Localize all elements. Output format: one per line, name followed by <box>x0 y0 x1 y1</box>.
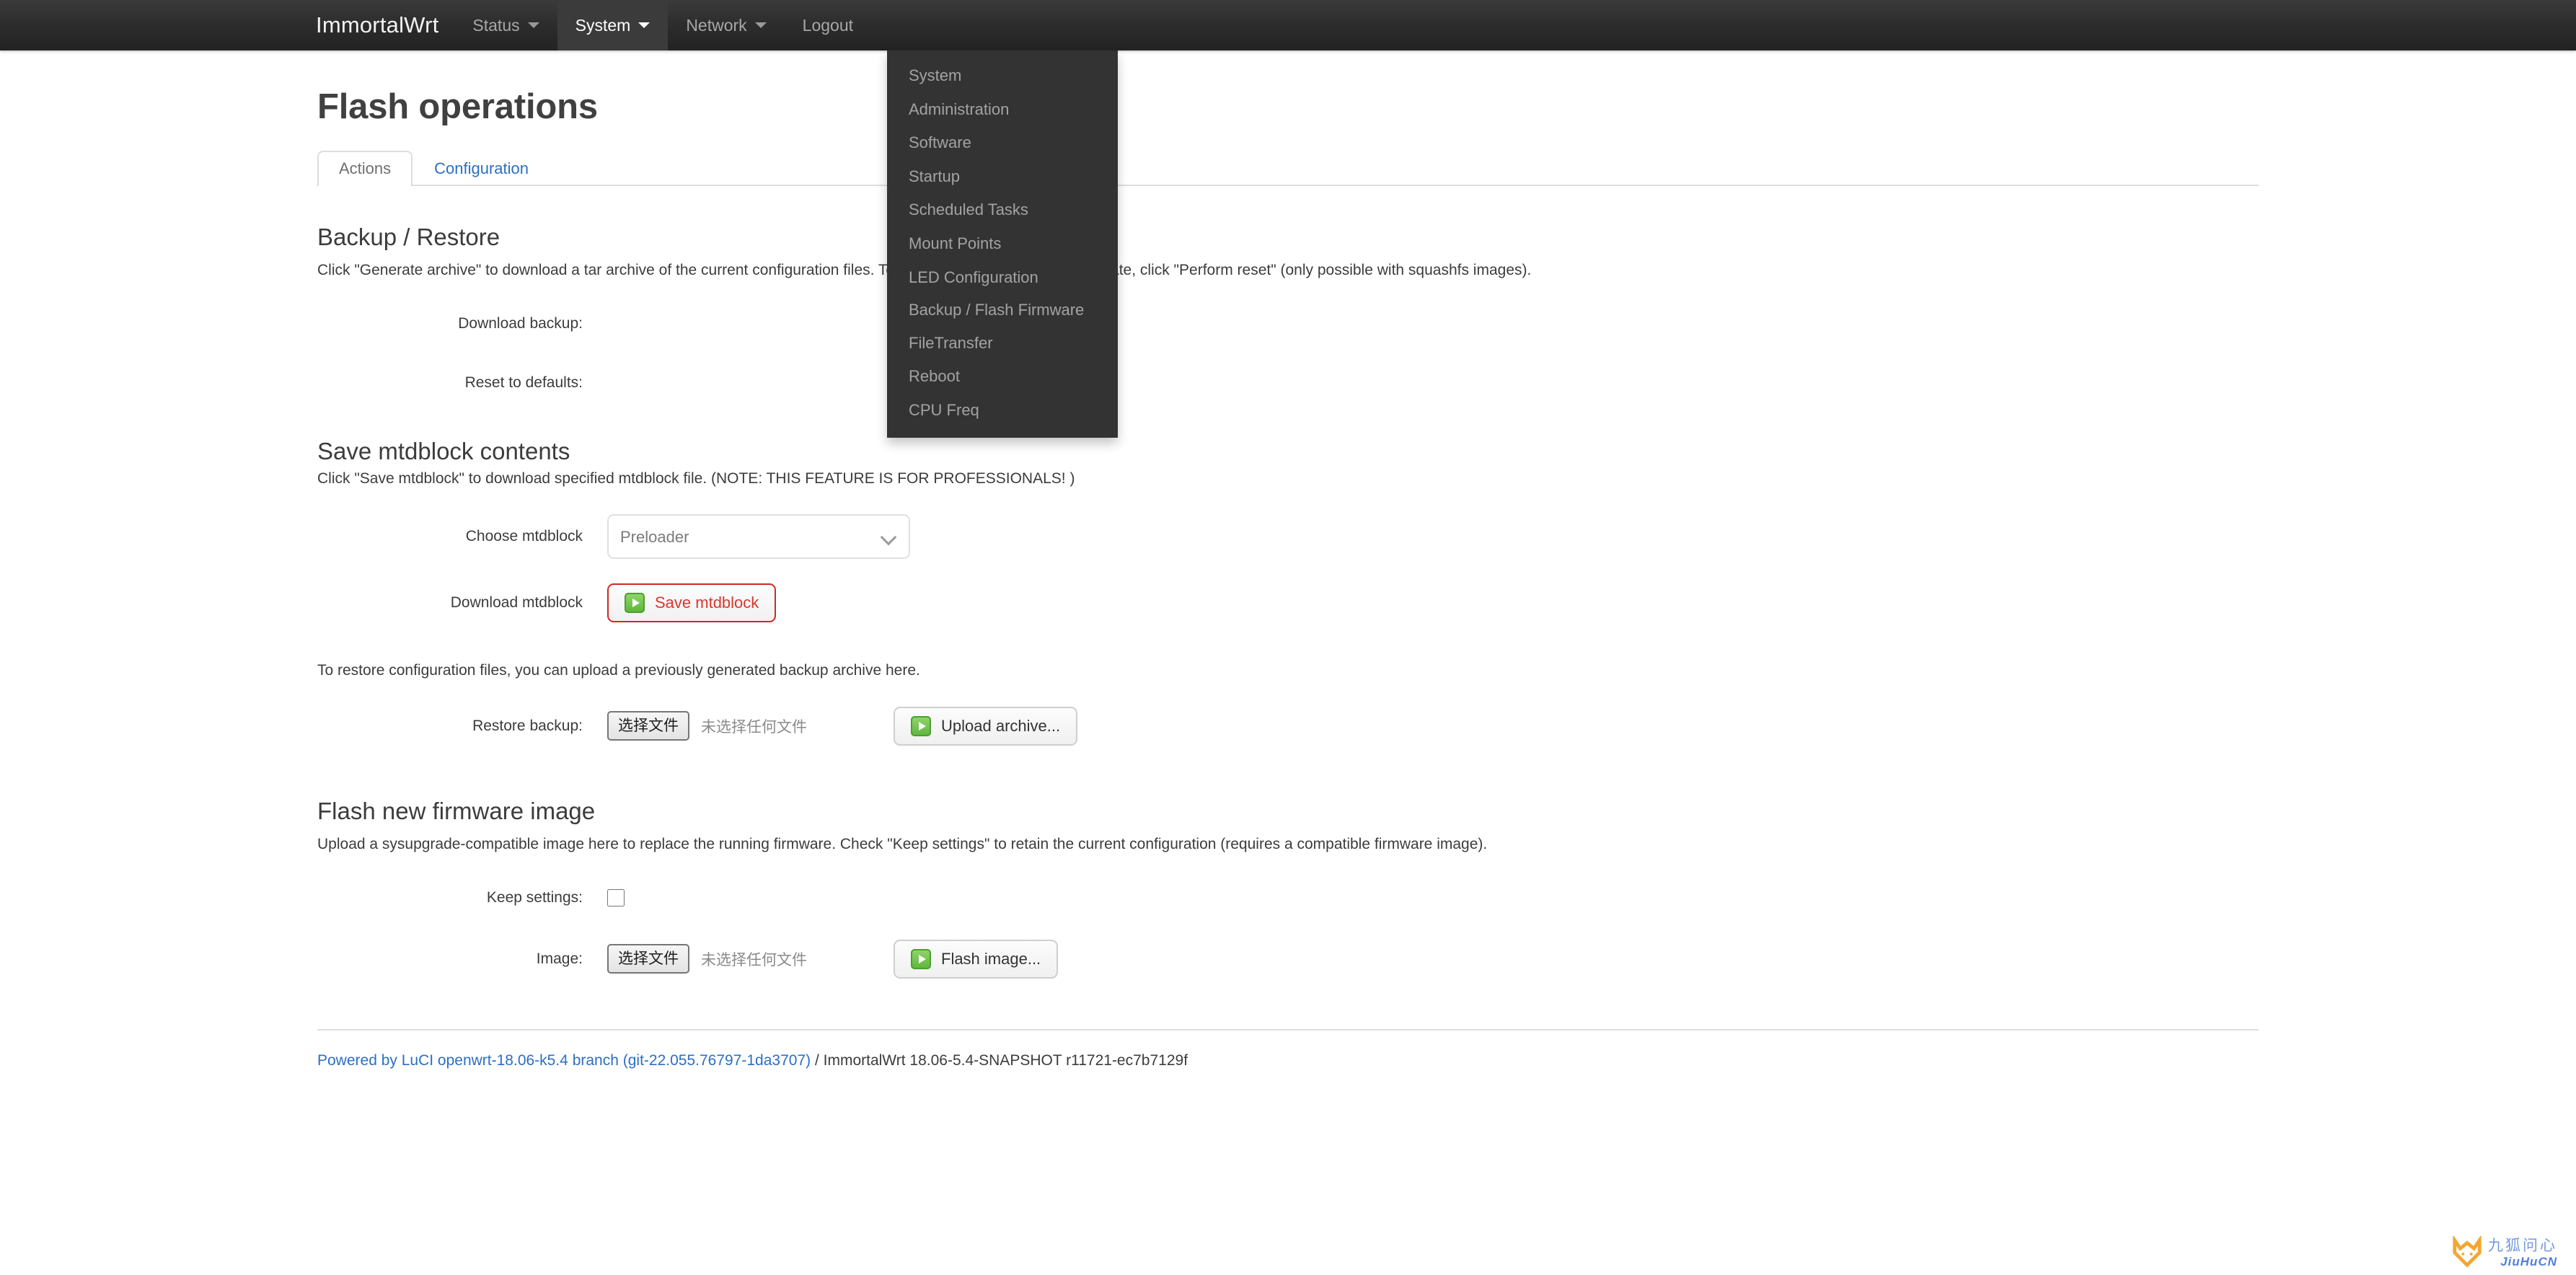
row-restore-backup: Restore backup: 选择文件 未选择任何文件 Upload arch… <box>317 707 2259 746</box>
save-mtdblock-button-label: Save mtdblock <box>655 595 759 611</box>
restore-file-name: 未选择任何文件 <box>701 715 807 737</box>
tab-actions[interactable]: Actions <box>317 151 413 186</box>
image-label: Image: <box>317 950 607 968</box>
top-navbar: ImmortalWrt Status System Network Logout <box>0 0 2576 50</box>
download-mtdblock-label: Download mtdblock <box>317 594 607 612</box>
tab-configuration[interactable]: Configuration <box>413 151 550 186</box>
menu-item-software[interactable]: Software <box>887 126 1118 160</box>
flash-description: Upload a sysupgrade-compatible image her… <box>317 834 1677 856</box>
mtdblock-description: Click "Save mtdblock" to download specif… <box>317 468 1677 490</box>
nav-item-system[interactable]: System <box>557 0 669 50</box>
menu-item-backup-flash-firmware[interactable]: Backup / Flash Firmware <box>887 294 1118 327</box>
restore-file-input[interactable]: 选择文件 未选择任何文件 <box>607 711 807 741</box>
mtdblock-select-wrap: Preloader <box>607 514 910 559</box>
download-backup-label: Download backup: <box>317 315 607 332</box>
watermark: 九狐问心 JiuHuCN <box>2451 1236 2557 1269</box>
choose-mtdblock-control: Preloader <box>607 514 910 559</box>
image-control: 选择文件 未选择任何文件 Flash image... <box>607 940 1058 979</box>
row-reset-defaults: Reset to defaults: <box>317 366 2259 400</box>
menu-item-led-configuration[interactable]: LED Configuration <box>887 261 1118 295</box>
menu-item-administration[interactable]: Administration <box>887 93 1118 127</box>
watermark-text: 九狐问心 JiuHuCN <box>2488 1238 2557 1268</box>
nav-item-status[interactable]: Status <box>454 0 557 50</box>
chevron-down-icon <box>528 22 539 28</box>
row-download-mtdblock: Download mtdblock Save mtdblock <box>317 583 2259 622</box>
restore-backup-control: 选择文件 未选择任何文件 Upload archive... <box>607 707 1077 746</box>
chevron-down-icon <box>755 22 767 28</box>
menu-item-system[interactable]: System <box>887 59 1118 93</box>
mtdblock-heading: Save mtdblock contents <box>317 438 2259 465</box>
section-flash-firmware: Flash new firmware image Upload a sysupg… <box>317 798 2259 979</box>
row-choose-mtdblock: Choose mtdblock Preloader <box>317 514 2259 559</box>
page-title: Flash operations <box>317 87 2259 127</box>
menu-item-reboot[interactable]: Reboot <box>887 360 1118 394</box>
menu-item-filetransfer[interactable]: FileTransfer <box>887 327 1118 361</box>
page-container: Flash operations Actions Configuration B… <box>300 87 2276 1069</box>
fox-head-icon <box>2451 1236 2484 1269</box>
row-keep-settings: Keep settings: <box>317 881 2259 915</box>
nav-item-status-label: Status <box>472 16 519 35</box>
keep-settings-control <box>607 889 625 906</box>
upload-archive-button-label: Upload archive... <box>941 718 1060 734</box>
keep-settings-checkbox[interactable] <box>607 889 625 906</box>
flash-image-button[interactable]: Flash image... <box>894 940 1058 979</box>
menu-item-mount-points[interactable]: Mount Points <box>887 227 1118 261</box>
image-file-name: 未选择任何文件 <box>701 948 807 970</box>
page-footer: Powered by LuCI openwrt-18.06-k5.4 branc… <box>317 1029 2259 1069</box>
nav-item-logout[interactable]: Logout <box>785 0 871 50</box>
reset-defaults-label: Reset to defaults: <box>317 374 607 392</box>
tab-bar: Actions Configuration <box>317 146 2259 186</box>
row-download-backup: Download backup: <box>317 306 2259 341</box>
luci-version-link[interactable]: Powered by LuCI openwrt-18.06-k5.4 branc… <box>317 1052 811 1069</box>
menu-item-scheduled-tasks[interactable]: Scheduled Tasks <box>887 193 1118 227</box>
chevron-down-icon <box>638 22 650 28</box>
nav-item-system-label: System <box>575 16 631 35</box>
green-play-icon <box>625 593 645 613</box>
choose-mtdblock-label: Choose mtdblock <box>317 528 607 545</box>
restore-backup-label: Restore backup: <box>317 718 607 735</box>
restore-description: To restore configuration files, you can … <box>317 660 1677 682</box>
nav-item-logout-label: Logout <box>803 16 853 35</box>
flash-image-button-label: Flash image... <box>941 951 1041 967</box>
backup-restore-heading: Backup / Restore <box>317 224 2259 251</box>
brand-logo[interactable]: ImmortalWrt <box>309 0 454 50</box>
save-mtdblock-button[interactable]: Save mtdblock <box>607 583 776 622</box>
section-backup-restore: Backup / Restore Click "Generate archive… <box>317 224 2259 400</box>
section-restore-backup: To restore configuration files, you can … <box>317 660 2259 746</box>
nav-item-network[interactable]: Network <box>668 0 784 50</box>
menu-item-cpu-freq[interactable]: CPU Freq <box>887 394 1118 428</box>
green-play-icon <box>911 716 931 736</box>
upload-archive-button[interactable]: Upload archive... <box>894 707 1077 746</box>
watermark-en-text: JiuHuCN <box>2488 1256 2557 1268</box>
restore-choose-file-button[interactable]: 选择文件 <box>607 711 689 741</box>
image-file-input[interactable]: 选择文件 未选择任何文件 <box>607 944 807 974</box>
firmware-version-text: / ImmortalWrt 18.06-5.4-SNAPSHOT r11721-… <box>811 1052 1188 1069</box>
mtdblock-select[interactable]: Preloader <box>607 514 910 559</box>
keep-settings-label: Keep settings: <box>317 889 607 906</box>
green-play-icon <box>911 949 931 969</box>
image-choose-file-button[interactable]: 选择文件 <box>607 944 689 974</box>
system-dropdown-menu: System Administration Software Startup S… <box>887 50 1118 438</box>
flash-heading: Flash new firmware image <box>317 798 2259 825</box>
nav-item-network-label: Network <box>686 16 746 35</box>
navbar-inner: ImmortalWrt Status System Network Logout <box>300 0 2276 50</box>
watermark-cn-text: 九狐问心 <box>2488 1238 2557 1253</box>
menu-item-startup[interactable]: Startup <box>887 160 1118 194</box>
row-image: Image: 选择文件 未选择任何文件 Flash image... <box>317 940 2259 979</box>
section-save-mtdblock: Save mtdblock contents Click "Save mtdbl… <box>317 438 2259 623</box>
download-mtdblock-control: Save mtdblock <box>607 583 776 622</box>
